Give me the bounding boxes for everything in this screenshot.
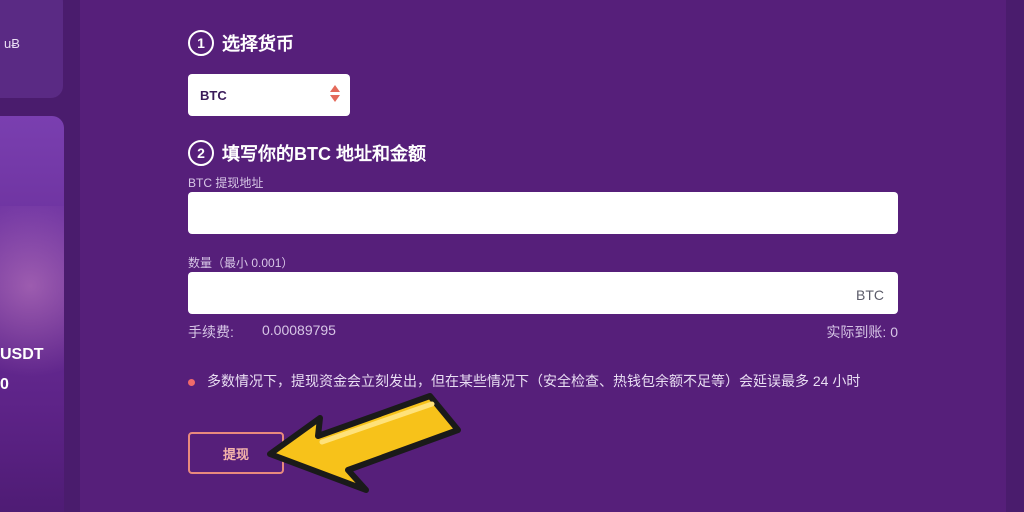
- promo-banner[interactable]: USDT 0: [0, 116, 64, 512]
- amount-label: 数量（最小 0.001）: [188, 256, 294, 270]
- brand-fragment: uɃ: [4, 36, 20, 51]
- promo-glow: [0, 206, 64, 406]
- arrival-amount: 实际到账: 0: [826, 324, 898, 340]
- step-2-title: 填写你的BTC 地址和金额: [222, 144, 426, 164]
- address-label: BTC 提现地址: [188, 176, 264, 190]
- currency-select-value: BTC: [200, 87, 227, 103]
- step-1-title: 选择货币: [222, 34, 294, 54]
- right-gutter: [1006, 0, 1024, 512]
- amount-unit: BTC: [856, 287, 884, 303]
- fee-label: 手续费:: [188, 324, 234, 340]
- step-1-number: 1: [188, 30, 214, 56]
- bullet-dot-icon: [188, 378, 195, 386]
- currency-select[interactable]: BTC: [188, 74, 350, 116]
- step-2-number: 2: [188, 140, 214, 166]
- pointing-arrow-icon: [267, 393, 461, 493]
- sort-arrows-icon: [330, 85, 340, 102]
- sidebar-card[interactable]: uɃ: [0, 0, 63, 98]
- promo-line2: 0: [0, 376, 9, 393]
- step-1-heading: 1 选择货币: [188, 30, 294, 56]
- fee-value: 0.00089795: [262, 322, 336, 338]
- step-2-heading: 2 填写你的BTC 地址和金额: [188, 140, 426, 166]
- amount-input[interactable]: [188, 272, 898, 314]
- promo-line1: USDT: [0, 346, 44, 363]
- address-input[interactable]: [188, 192, 898, 234]
